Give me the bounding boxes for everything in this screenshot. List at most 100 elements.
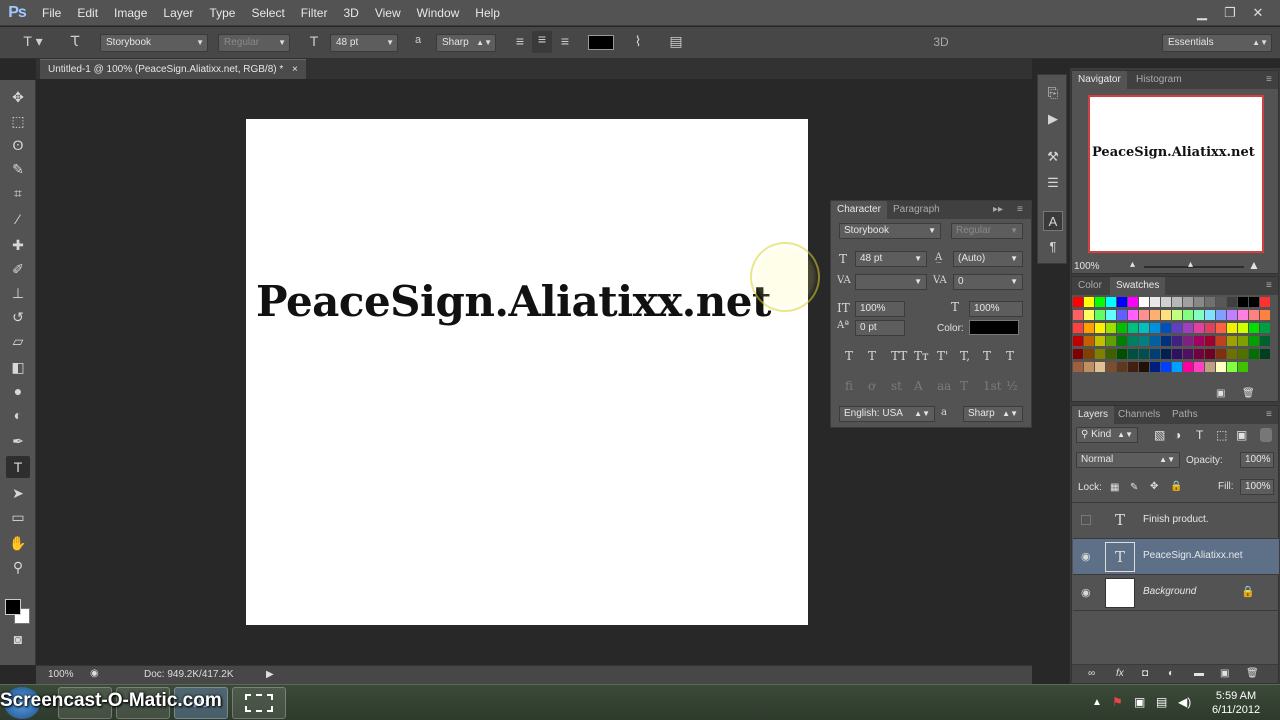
swatch[interactable]	[1117, 349, 1127, 359]
3d-mode-label[interactable]: 3D	[930, 35, 952, 49]
layer-filter-kind[interactable]: ⚲ Kind ▲▼	[1076, 427, 1138, 443]
character-panel-icon[interactable]: A	[1043, 211, 1063, 231]
swatch[interactable]	[1216, 297, 1226, 307]
swatch[interactable]	[1238, 310, 1248, 320]
delete-layer-icon[interactable]: 🗑	[1246, 668, 1259, 679]
swatch[interactable]	[1161, 362, 1171, 372]
swatch[interactable]	[1172, 349, 1182, 359]
opentype-button[interactable]: 1st	[983, 379, 1002, 393]
swatch[interactable]	[1084, 349, 1094, 359]
swatch[interactable]	[1161, 336, 1171, 346]
menu-file[interactable]: File	[34, 0, 69, 26]
swatch[interactable]	[1227, 362, 1237, 372]
delete-swatch-icon[interactable]: 🗑	[1242, 388, 1255, 399]
char-antialias-select[interactable]: Sharp ▲▼	[963, 406, 1023, 422]
swatch[interactable]	[1238, 349, 1248, 359]
lasso-tool-icon[interactable]: ʘ	[6, 134, 30, 156]
path-selection-tool-icon[interactable]: ➤	[6, 482, 30, 504]
swatch[interactable]	[1183, 336, 1193, 346]
taskbar-recorder-icon[interactable]	[232, 687, 286, 719]
opentype-button[interactable]: A	[914, 379, 923, 393]
lock-all-icon[interactable]: 🔒	[1170, 481, 1182, 492]
antialias-select[interactable]: Sharp ▲▼	[436, 34, 496, 52]
tray-icon[interactable]: ▣	[1134, 695, 1145, 709]
language-select[interactable]: English: USA ▲▼	[839, 406, 935, 422]
new-group-icon[interactable]: ▬	[1194, 668, 1204, 679]
swatch[interactable]	[1095, 336, 1105, 346]
swatch[interactable]	[1260, 297, 1270, 307]
clock[interactable]: 5:59 AM 6/11/2012	[1206, 689, 1266, 717]
add-mask-icon[interactable]: ◘	[1142, 668, 1148, 679]
tray-volume-icon[interactable]: ◀)	[1178, 695, 1191, 709]
tray-network-icon[interactable]: ▤	[1156, 695, 1167, 709]
type-style-button[interactable]: TT	[891, 349, 907, 363]
swatch[interactable]	[1106, 349, 1116, 359]
swatch[interactable]	[1227, 297, 1237, 307]
font-size-select[interactable]: 48 pt ▼	[330, 34, 398, 52]
tray-flag-icon[interactable]: ⚑	[1112, 695, 1123, 709]
panel-menu-icon[interactable]: ≡	[1011, 201, 1029, 219]
new-swatch-icon[interactable]: ▣	[1216, 388, 1225, 399]
swatch[interactable]	[1216, 323, 1226, 333]
swatch[interactable]	[1238, 297, 1248, 307]
swatch[interactable]	[1249, 310, 1259, 320]
type-style-button[interactable]: T'	[937, 349, 948, 363]
align-left-icon[interactable]: ≡	[510, 33, 530, 49]
swatch[interactable]	[1216, 336, 1226, 346]
zoom-level[interactable]: 100%	[48, 669, 74, 680]
swatch[interactable]	[1194, 362, 1204, 372]
status-info-icon[interactable]: ◉	[90, 668, 99, 679]
swatch[interactable]	[1073, 349, 1083, 359]
swatch[interactable]	[1172, 323, 1182, 333]
rectangle-tool-icon[interactable]: ▭	[6, 506, 30, 528]
menu-3d[interactable]: 3D	[335, 0, 366, 26]
swatch[interactable]	[1150, 297, 1160, 307]
healing-brush-tool-icon[interactable]: ✚	[6, 234, 30, 256]
tab-character[interactable]: Character	[831, 201, 887, 219]
swatch[interactable]	[1238, 362, 1248, 372]
close-icon[interactable]: ✕	[1244, 3, 1272, 23]
swatch[interactable]	[1216, 362, 1226, 372]
zoom-in-icon[interactable]: ▲	[1248, 258, 1260, 272]
swatch[interactable]	[1106, 336, 1116, 346]
filter-type-icon[interactable]: T	[1196, 428, 1203, 442]
canvas-text-layer[interactable]: PeaceSign.Aliatixx.net	[256, 277, 771, 326]
navigator-zoom-slider[interactable]	[1144, 266, 1244, 268]
type-style-button[interactable]: T	[983, 349, 991, 363]
new-adjustment-icon[interactable]: ◐	[1168, 668, 1174, 679]
swatch[interactable]	[1260, 310, 1270, 320]
swatch[interactable]	[1205, 323, 1215, 333]
menu-select[interactable]: Select	[243, 0, 292, 26]
menu-filter[interactable]: Filter	[293, 0, 336, 26]
swatch[interactable]	[1172, 336, 1182, 346]
menu-type[interactable]: Type	[201, 0, 243, 26]
new-layer-icon[interactable]: ▣	[1220, 668, 1229, 679]
swatch[interactable]	[1238, 336, 1248, 346]
opentype-button[interactable]: ½	[1006, 379, 1018, 393]
type-style-button[interactable]: Tт	[914, 349, 929, 363]
char-font-family-select[interactable]: Storybook ▼	[839, 223, 941, 239]
restore-icon[interactable]: ❐	[1216, 3, 1244, 23]
swatch[interactable]	[1084, 323, 1094, 333]
swatch[interactable]	[1095, 310, 1105, 320]
swatch[interactable]	[1095, 297, 1105, 307]
adjustments-icon[interactable]: ☰	[1043, 173, 1063, 193]
toggle-panels-icon[interactable]: ▤	[666, 33, 686, 50]
swatch[interactable]	[1260, 349, 1270, 359]
type-style-button[interactable]: T,	[960, 349, 970, 363]
hand-tool-icon[interactable]: ✋	[6, 532, 30, 554]
marquee-tool-icon[interactable]: ⬚	[6, 110, 30, 132]
blur-tool-icon[interactable]: ●	[6, 380, 30, 402]
layer-row-peacesign[interactable]: ◉ T PeaceSign.Aliatixx.net	[1073, 539, 1279, 575]
filter-shape-icon[interactable]: ⬚	[1216, 428, 1227, 442]
swatch[interactable]	[1194, 297, 1204, 307]
menu-layer[interactable]: Layer	[155, 0, 201, 26]
eyedropper-tool-icon[interactable]: ⁄	[6, 208, 30, 230]
swatch[interactable]	[1139, 323, 1149, 333]
swatch[interactable]	[1150, 323, 1160, 333]
swatch[interactable]	[1084, 297, 1094, 307]
swatch[interactable]	[1117, 362, 1127, 372]
swatch[interactable]	[1139, 349, 1149, 359]
crop-tool-icon[interactable]: ⌗	[6, 182, 30, 204]
swatch[interactable]	[1073, 297, 1083, 307]
